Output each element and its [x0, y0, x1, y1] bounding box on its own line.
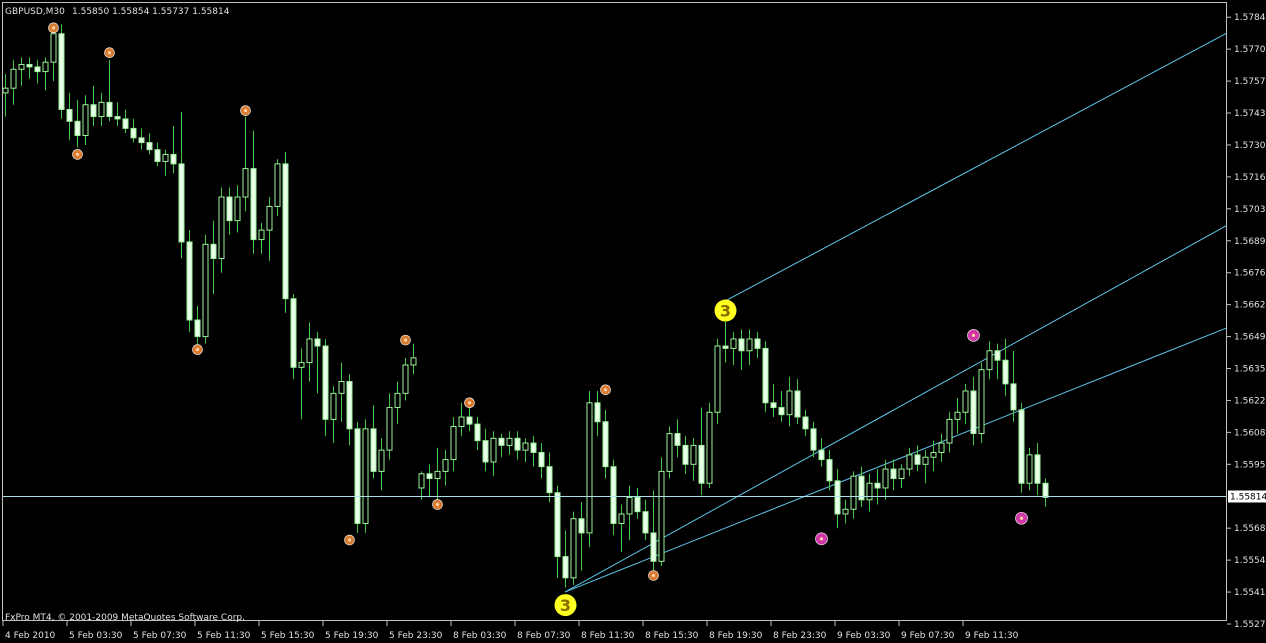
y-tick-label: 1.57030 [1234, 205, 1266, 215]
x-tick-label: 9 Feb 11:30 [965, 631, 1019, 641]
bid-price-label: 1.55814 [1230, 492, 1266, 502]
fractal-marker [48, 22, 59, 34]
candle [282, 152, 289, 313]
y-tick-label: 1.56760 [1234, 269, 1266, 279]
x-tick-label: 5 Feb 07:30 [133, 631, 187, 641]
symbol-header: GBPUSD,M30 [5, 7, 65, 17]
candle [186, 230, 193, 332]
candle [658, 457, 665, 567]
fractal-marker [600, 384, 611, 396]
wave-label: 3 [554, 594, 577, 617]
candle [1018, 402, 1025, 493]
fractal-marker [72, 149, 83, 160]
x-tick-label: 5 Feb 03:30 [69, 631, 123, 641]
chart[interactable]: 3 3 1.57840 1.57705 1.57570 1.57435 1.57300 1.… [0, 0, 1266, 643]
y-tick-label: 1.55680 [1234, 524, 1266, 534]
y-tick-label: 1.56625 [1234, 301, 1266, 311]
x-tick-label: 8 Feb 11:30 [581, 631, 635, 641]
candle [706, 402, 713, 488]
y-tick-label: 1.56085 [1234, 428, 1266, 438]
y-tick-label: 1.55545 [1234, 556, 1266, 566]
x-tick-label: 9 Feb 03:30 [837, 631, 891, 641]
x-tick-label: 8 Feb 15:30 [645, 631, 699, 641]
candle [570, 511, 577, 585]
y-tick-label: 1.56220 [1234, 396, 1266, 406]
x-tick-label: 9 Feb 07:30 [901, 631, 955, 641]
fractal-marker [192, 344, 203, 355]
candle [714, 338, 721, 425]
x-tick-label: 5 Feb 23:30 [389, 631, 443, 641]
fractal-marker [400, 334, 411, 346]
x-tick-label: 5 Feb 11:30 [197, 631, 251, 641]
candle [362, 419, 369, 533]
candle [202, 234, 209, 344]
candle [586, 390, 593, 548]
svg-text:3: 3 [720, 302, 731, 321]
candle [354, 421, 361, 533]
y-tick-label: 1.57300 [1234, 141, 1266, 151]
svg-text:3: 3 [560, 596, 571, 615]
x-tick-label: 8 Feb 03:30 [453, 631, 507, 641]
y-tick-label: 1.57570 [1234, 77, 1266, 87]
candle [978, 362, 985, 444]
fractal-marker [344, 534, 355, 546]
fractal-marker [240, 105, 251, 116]
bid-price-box: 1.55814 [1228, 490, 1266, 503]
y-tick-label: 1.55410 [1234, 588, 1266, 598]
y-tick-label: 1.56355 [1234, 365, 1266, 375]
fractal-marker [648, 570, 659, 581]
fractal-marker [815, 532, 828, 546]
fractal-marker [464, 397, 475, 409]
x-tick-label: 8 Feb 07:30 [517, 631, 571, 641]
y-tick-label: 1.57840 [1234, 13, 1266, 23]
x-tick-label: 8 Feb 23:30 [773, 631, 827, 641]
x-tick-label: 8 Feb 19:30 [709, 631, 763, 641]
y-tick-label: 1.57705 [1234, 45, 1266, 55]
candle [666, 426, 673, 479]
fractal-marker [104, 47, 115, 58]
y-tick-label: 1.56895 [1234, 237, 1266, 247]
wave-label: 3 [714, 299, 737, 322]
y-tick-label: 1.57165 [1234, 173, 1266, 183]
y-tick-label: 1.56490 [1234, 333, 1266, 343]
candle [290, 293, 297, 380]
y-tick-label: 1.55275 [1234, 620, 1266, 630]
y-tick-label: 1.55950 [1234, 460, 1266, 470]
fractal-marker [1015, 511, 1028, 525]
candle [610, 459, 617, 536]
ohlc-header: 1.55850 1.55854 1.55737 1.55814 [72, 7, 230, 17]
candle [762, 341, 769, 413]
y-tick-label: 1.57435 [1234, 109, 1266, 119]
fractal-marker [432, 499, 443, 510]
x-tick-label: 4 Feb 2010 [5, 631, 56, 641]
fractal-marker [967, 329, 980, 342]
x-tick-label: 5 Feb 15:30 [261, 631, 315, 641]
x-tick-label: 5 Feb 19:30 [325, 631, 379, 641]
copyright-label: FxPro MT4, © 2001-2009 MetaQuotes Softwa… [5, 613, 245, 623]
candle [58, 24, 65, 119]
